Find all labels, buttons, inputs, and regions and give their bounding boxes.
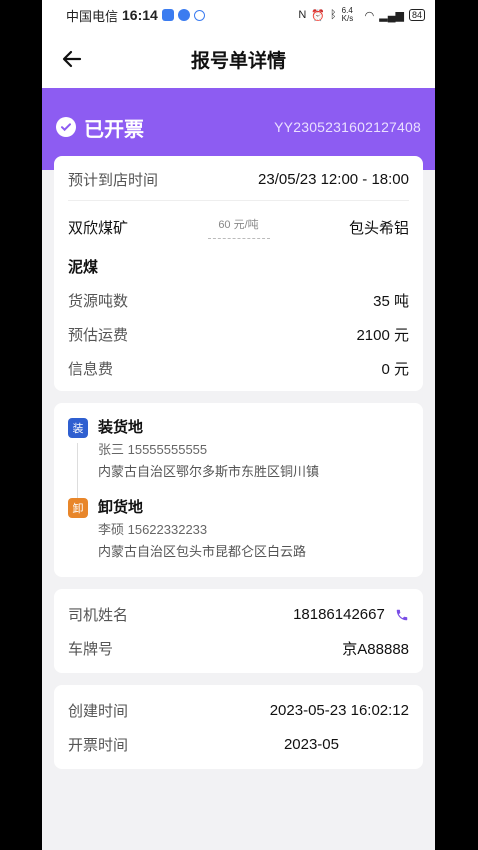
loading-badge-icon: 装 xyxy=(68,418,88,438)
address-card: 装 装货地 张三 15555555555 内蒙古自治区鄂尔多斯市东胜区铜川镇 卸… xyxy=(54,403,423,577)
net-speed: 6.4 K/s xyxy=(341,6,354,23)
route-destination: 包头希铝 xyxy=(348,219,409,237)
address-connector-line xyxy=(77,443,78,501)
loading-title: 装货地 xyxy=(98,419,144,436)
unloading-title: 卸货地 xyxy=(98,499,144,516)
nav-bar: 报号单详情 xyxy=(42,30,435,88)
order-number: YY2305231602127408 xyxy=(274,119,421,135)
driver-name-row: 司机姓名 18186142667 xyxy=(68,597,409,631)
created-time-label: 创建时间 xyxy=(68,702,129,720)
freight-label: 预估运费 xyxy=(68,326,129,344)
phone-icon[interactable] xyxy=(395,608,409,622)
loading-detail: 内蒙古自治区鄂尔多斯市东胜区铜川镇 xyxy=(98,464,320,479)
route-price-group: 60 元/吨 xyxy=(207,216,270,239)
tonnage-label: 货源吨数 xyxy=(68,292,129,310)
route-row: 双欣煤矿 60 元/吨 包头希铝 xyxy=(68,205,409,249)
back-arrow-icon[interactable] xyxy=(60,47,84,71)
trip-info-card: 预计到店时间 23/05/23 12:00 - 18:00 双欣煤矿 60 元/… xyxy=(54,156,423,391)
check-circle-icon xyxy=(56,117,76,137)
info-fee-row: 信息费 0 元 xyxy=(68,351,409,385)
unloading-address: 卸 卸货地 李硕 15622332233 内蒙古自治区包头市昆都仑区白云路 xyxy=(68,497,409,563)
divider xyxy=(68,200,409,201)
phone-screen: 中国电信 16:14 N ⏰ ᛒ 6.4 K/s ◠ ▂▄▆ 84 报号单详情 … xyxy=(42,0,435,850)
carrier: 中国电信 xyxy=(66,8,119,24)
status-bar: 中国电信 16:14 N ⏰ ᛒ 6.4 K/s ◠ ▂▄▆ 84 xyxy=(42,0,435,30)
tonnage-value: 35 吨 xyxy=(373,292,409,310)
status-label-group: 已开票 xyxy=(56,113,144,142)
unloading-badge-icon: 卸 xyxy=(68,498,88,518)
route-origin: 双欣煤矿 xyxy=(68,219,129,237)
bluetooth-icon: ᛒ xyxy=(330,9,337,21)
page-title: 报号单详情 xyxy=(190,50,286,72)
arrival-time-row: 预计到店时间 23/05/23 12:00 - 18:00 xyxy=(68,162,409,196)
unloading-detail: 内蒙古自治区包头市昆都仑区白云路 xyxy=(98,544,307,559)
status-right: N ⏰ ᛒ 6.4 K/s ◠ ▂▄▆ 84 xyxy=(298,7,425,23)
created-time-row: 创建时间 2023-05-23 16:02:12 xyxy=(68,693,409,727)
invoiced-time-value: 2023-05 xyxy=(283,735,339,753)
plate-label: 车牌号 xyxy=(68,640,114,658)
time-card: 创建时间 2023-05-23 16:02:12 开票时间 2023-05 xyxy=(54,685,423,769)
loading-text: 装货地 张三 15555555555 内蒙古自治区鄂尔多斯市东胜区铜川镇 xyxy=(98,417,319,483)
nfc-icon: N xyxy=(298,9,307,21)
driver-name-label: 司机姓名 xyxy=(68,606,129,624)
invoiced-time-row: 开票时间 2023-05 xyxy=(68,727,409,761)
driver-phone-value[interactable]: 18186142667 xyxy=(293,606,385,623)
route-arrow-icon xyxy=(207,237,270,239)
pay-notification-icon xyxy=(193,9,205,21)
alarm-icon: ⏰ xyxy=(311,9,326,22)
arrival-time-value: 23/05/23 12:00 - 18:00 xyxy=(258,170,409,188)
loading-contact: 张三 15555555555 xyxy=(98,442,208,457)
plate-value: 京A88888 xyxy=(342,640,409,658)
created-time-value: 2023-05-23 16:02:12 xyxy=(269,701,409,719)
tonnage-row: 货源吨数 35 吨 xyxy=(68,283,409,317)
invoice-status: 已开票 xyxy=(84,118,144,141)
unloading-text: 卸货地 李硕 15622332233 内蒙古自治区包头市昆都仑区白云路 xyxy=(98,497,306,563)
battery-icon: 84 xyxy=(408,9,425,21)
status-left: 中国电信 16:14 xyxy=(66,6,205,25)
goods-name: 泥煤 xyxy=(68,258,99,276)
arrival-time-label: 预计到店时间 xyxy=(68,171,159,189)
unit-price: 60 元/吨 xyxy=(218,218,259,231)
shield-notification-icon xyxy=(177,9,190,21)
info-fee-label: 信息费 xyxy=(68,360,114,378)
clock: 16:14 xyxy=(122,7,158,23)
app-notification-icon xyxy=(161,9,174,21)
freight-row: 预估运费 2100 元 xyxy=(68,317,409,351)
driver-card: 司机姓名 18186142667 车牌号 京A88888 xyxy=(54,589,423,673)
loading-address: 装 装货地 张三 15555555555 内蒙古自治区鄂尔多斯市东胜区铜川镇 xyxy=(68,417,409,501)
unloading-contact: 李硕 15622332233 xyxy=(98,522,208,537)
freight-value: 2100 元 xyxy=(356,326,409,344)
wifi-icon: ◠ xyxy=(364,9,375,22)
driver-phone-group[interactable]: 18186142667 xyxy=(293,606,409,623)
plate-row: 车牌号 京A88888 xyxy=(68,631,409,665)
info-fee-value: 0 元 xyxy=(381,360,409,378)
invoiced-time-label: 开票时间 xyxy=(68,736,129,754)
signal-icon: ▂▄▆ xyxy=(379,9,404,22)
